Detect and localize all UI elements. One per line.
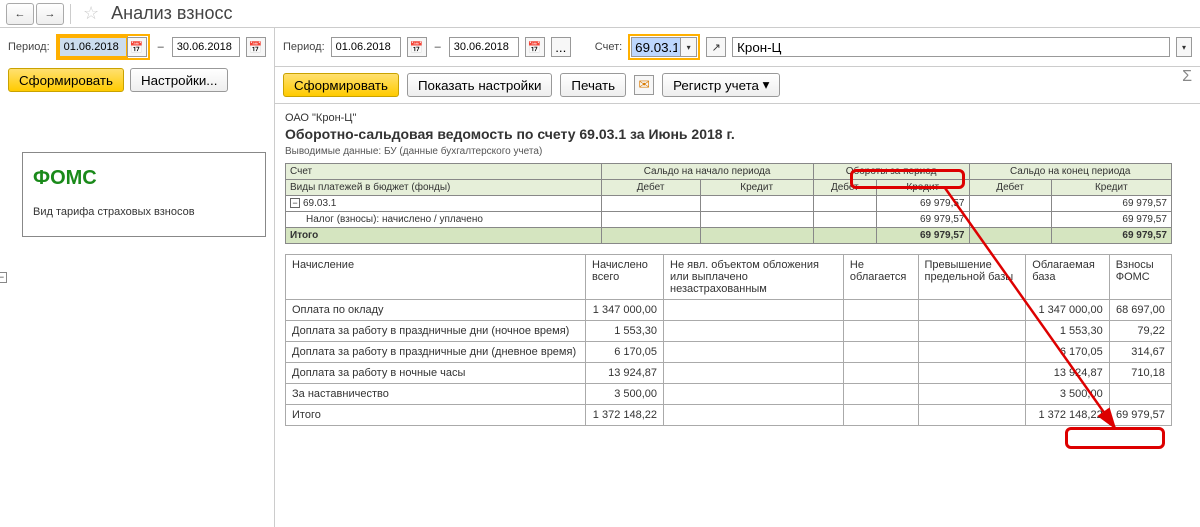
nav-fwd-button[interactable]: →: [36, 3, 64, 25]
col-saldo-end: Сальдо на конец периода: [969, 164, 1171, 180]
page-title: Анализ взносc: [111, 3, 232, 24]
print-button[interactable]: Печать: [560, 73, 626, 97]
h-notax: Не облагается: [843, 255, 918, 300]
form-button[interactable]: Сформировать: [283, 73, 399, 97]
form-button[interactable]: Сформировать: [8, 68, 124, 92]
col-account: Счет: [286, 164, 602, 180]
osv-row[interactable]: −69.03.1 69 979,57 69 979,57: [286, 196, 1172, 212]
collapse-icon[interactable]: −: [290, 198, 300, 208]
h-notobj: Не явл. объектом обложения или выплачено…: [664, 255, 844, 300]
r-date-to[interactable]: [449, 37, 519, 57]
foms-panel: ФОМС Вид тарифа страховых взносов: [22, 152, 266, 237]
h-excess: Превышение предельной базы: [918, 255, 1026, 300]
calc-row[interactable]: Оплата по окладу1 347 000,001 347 000,00…: [286, 300, 1172, 321]
nav-back-button[interactable]: ←: [6, 3, 34, 25]
org-input[interactable]: [732, 37, 1170, 57]
org-name: ОАО "Крон-Ц": [285, 112, 1190, 124]
annotation-box-2: [1065, 427, 1165, 449]
r-date-from[interactable]: [331, 37, 401, 57]
right-pane: Σ Период: 📅 – 📅 ... Счет: ▾ ↗ ▾ Сформиро…: [275, 28, 1200, 527]
calc-table: Начисление Начислено всего Не явл. объек…: [285, 254, 1172, 426]
foms-subtitle: Вид тарифа страховых взносов: [33, 206, 255, 218]
calendar-icon[interactable]: 📅: [127, 37, 147, 57]
favorite-icon[interactable]: ☆: [83, 3, 99, 24]
account-input[interactable]: [631, 37, 681, 57]
account-label: Счет:: [595, 41, 622, 53]
org-dropdown-icon[interactable]: ▾: [1176, 37, 1192, 57]
settings-button[interactable]: Настройки...: [130, 68, 228, 92]
mail-icon[interactable]: ✉: [634, 75, 654, 95]
h-total: Начислено всего: [586, 255, 664, 300]
report-toolbar: Период: 📅 – 📅 ... Счет: ▾ ↗ ▾: [275, 28, 1200, 67]
period-picker-button[interactable]: ...: [551, 37, 571, 57]
report-title: Оборотно-сальдовая ведомость по счету 69…: [285, 126, 1190, 142]
register-button[interactable]: Регистр учета ▾: [662, 73, 780, 97]
calc-row[interactable]: Доплата за работу в праздничные дни (дне…: [286, 342, 1172, 363]
calc-row[interactable]: За наставничество3 500,003 500,00: [286, 384, 1172, 405]
calendar-icon[interactable]: 📅: [246, 37, 266, 57]
tree-collapse-icon[interactable]: −: [0, 272, 7, 283]
calendar-icon[interactable]: 📅: [525, 37, 545, 57]
osv-row[interactable]: Налог (взносы): начислено / уплачено 69 …: [286, 212, 1172, 228]
h-base: Облагаемая база: [1026, 255, 1109, 300]
period-label: Период:: [283, 41, 325, 53]
osv-total-row: Итого 69 979,57 69 979,57: [286, 228, 1172, 244]
date-to-input[interactable]: [172, 37, 240, 57]
sigma-icon[interactable]: Σ: [1182, 68, 1192, 86]
col-saldo-start: Сальдо на начало периода: [601, 164, 813, 180]
h-foms: Взносы ФОМС: [1109, 255, 1171, 300]
calendar-icon[interactable]: 📅: [407, 37, 427, 57]
foms-title: ФОМС: [33, 167, 255, 190]
osv-table: Счет Сальдо на начало периода Обороты за…: [285, 163, 1172, 244]
action-bar: Сформировать Показать настройки Печать ✉…: [275, 67, 1200, 104]
col-sub: Виды платежей в бюджет (фонды): [286, 180, 602, 196]
period-label: Период:: [8, 41, 50, 53]
left-pane: Период: 📅 – 📅 Сформировать Настройки... …: [0, 28, 275, 527]
col-turnover: Обороты за период: [813, 164, 969, 180]
date-from-input[interactable]: [59, 37, 127, 57]
calc-total-row: Итого 1 372 148,22 1 372 148,22 69 979,5…: [286, 405, 1172, 426]
report-body: ОАО "Крон-Ц" Оборотно-сальдовая ведомост…: [275, 104, 1200, 527]
show-settings-button[interactable]: Показать настройки: [407, 73, 552, 97]
account-dropdown-icon[interactable]: ▾: [681, 37, 697, 57]
calc-row[interactable]: Доплата за работу в праздничные дни (ноч…: [286, 321, 1172, 342]
account-open-button[interactable]: ↗: [706, 37, 726, 57]
h-nach: Начисление: [286, 255, 586, 300]
top-toolbar: ← → ☆ Анализ взносc: [0, 0, 1200, 28]
calc-row[interactable]: Доплата за работу в ночные часы13 924,87…: [286, 363, 1172, 384]
report-subtitle: Выводимые данные: БУ (данные бухгалтерск…: [285, 146, 1190, 157]
